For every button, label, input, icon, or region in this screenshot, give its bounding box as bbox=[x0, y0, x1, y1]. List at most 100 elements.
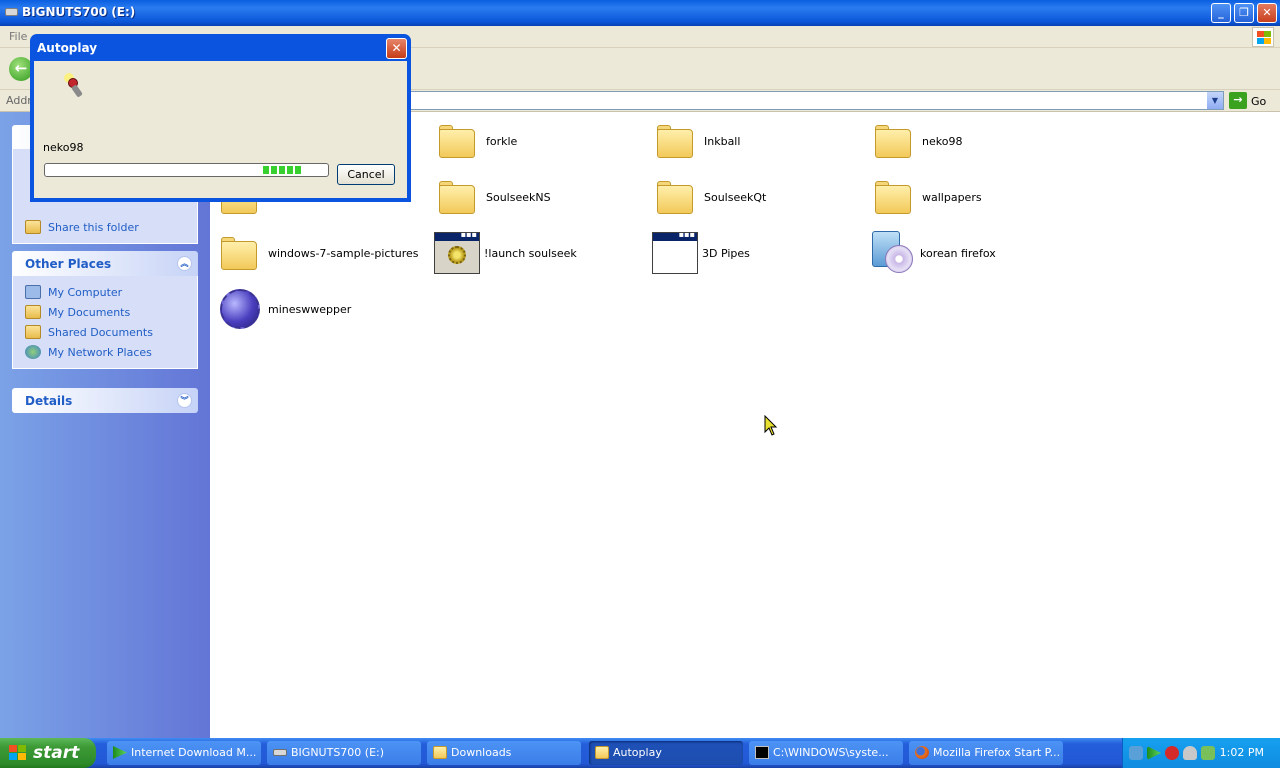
application-window-icon bbox=[650, 229, 698, 277]
folder-item[interactable]: neko98 bbox=[870, 117, 962, 165]
item-label: SoulseekQt bbox=[704, 190, 767, 204]
share-folder-icon bbox=[25, 220, 41, 234]
item-label: !launch soulseek bbox=[484, 246, 577, 260]
network-tray-icon[interactable] bbox=[1129, 746, 1143, 760]
go-button[interactable]: → Go bbox=[1228, 92, 1276, 110]
other-places-item-my-computer[interactable]: My Computer bbox=[25, 282, 197, 302]
item-label: forkle bbox=[486, 134, 518, 148]
file-item[interactable]: mineswwepper bbox=[216, 285, 351, 333]
console-icon bbox=[755, 746, 769, 759]
folder-icon bbox=[652, 117, 700, 165]
setup-cd-icon bbox=[868, 229, 916, 277]
item-label: SoulseekNS bbox=[486, 190, 551, 204]
security-alert-icon[interactable] bbox=[1165, 746, 1179, 760]
item-label: 3D Pipes bbox=[702, 246, 750, 260]
folder-item[interactable]: SoulseekQt bbox=[652, 173, 766, 221]
collapse-icon[interactable]: ︽ bbox=[177, 256, 192, 271]
taskbar-button-label: Autoplay bbox=[613, 746, 662, 759]
other-places-item-my-documents[interactable]: My Documents bbox=[25, 302, 197, 322]
taskbar-button-label: Mozilla Firefox Start P... bbox=[933, 746, 1061, 759]
documents-folder-icon bbox=[25, 305, 41, 319]
file-item[interactable]: korean firefox bbox=[868, 229, 996, 277]
clock[interactable]: 1:02 PM bbox=[1220, 746, 1264, 759]
taskbar-button-drive[interactable]: BIGNUTS700 (E:) bbox=[267, 741, 421, 765]
network-globe-icon bbox=[25, 345, 41, 359]
dialog-body: neko98 Cancel bbox=[34, 61, 407, 198]
folder-item[interactable]: windows-7-sample-pictures bbox=[216, 229, 419, 277]
restore-button[interactable]: ❐ bbox=[1234, 3, 1254, 23]
go-label: Go bbox=[1251, 95, 1267, 108]
details-panel: Details ︾ bbox=[12, 388, 198, 413]
share-folder-label: Share this folder bbox=[48, 220, 139, 234]
folder-item[interactable]: forkle bbox=[434, 117, 517, 165]
computer-icon bbox=[25, 285, 41, 299]
mine-icon bbox=[216, 285, 264, 333]
other-places-item-my-network-places[interactable]: My Network Places bbox=[25, 342, 197, 362]
taskbar-button-label: C:\WINDOWS\syste... bbox=[773, 746, 889, 759]
item-label: wallpapers bbox=[922, 190, 982, 204]
other-places-body: My Computer My Documents Shared Document… bbox=[12, 276, 198, 369]
item-label: mineswwepper bbox=[268, 302, 352, 316]
item-label: windows-7-sample-pictures bbox=[268, 246, 419, 260]
task-pane: Share this folder Other Places ︽ My Comp… bbox=[0, 112, 210, 738]
folder-icon bbox=[652, 173, 700, 221]
taskbar: start Internet Download M... BIGNUTS700 … bbox=[0, 738, 1280, 768]
folder-item[interactable]: Inkball bbox=[652, 117, 740, 165]
taskbar-button-downloads[interactable]: Downloads bbox=[427, 741, 581, 765]
other-places-item-label: Shared Documents bbox=[48, 325, 153, 339]
taskbar-button-label: Internet Download M... bbox=[131, 746, 257, 759]
item-label: korean firefox bbox=[920, 246, 996, 260]
taskbar-button-label: BIGNUTS700 (E:) bbox=[291, 746, 385, 759]
folder-view: forkle Inkball neko98 SoulseekNS Soulsee… bbox=[210, 112, 1280, 738]
folder-icon bbox=[595, 746, 609, 759]
chevron-down-icon[interactable]: ▼ bbox=[1207, 92, 1223, 109]
idm-tray-icon[interactable] bbox=[1147, 746, 1161, 760]
autoplay-item-name: neko98 bbox=[43, 141, 84, 154]
shield-icon[interactable] bbox=[1183, 746, 1197, 760]
windows-flag-icon bbox=[9, 745, 27, 761]
folder-icon bbox=[870, 117, 918, 165]
details-title: Details bbox=[25, 394, 73, 408]
cancel-button[interactable]: Cancel bbox=[337, 164, 395, 185]
expand-icon[interactable]: ︾ bbox=[177, 393, 192, 408]
address-input[interactable]: ▼ bbox=[410, 91, 1224, 110]
file-item[interactable]: 3D Pipes bbox=[650, 229, 750, 277]
close-button[interactable]: ✕ bbox=[1257, 3, 1277, 23]
folder-icon bbox=[434, 173, 482, 221]
share-folder-link[interactable]: Share this folder bbox=[25, 217, 197, 237]
taskbar-button-firefox[interactable]: Mozilla Firefox Start P... bbox=[909, 741, 1063, 765]
folder-icon bbox=[870, 173, 918, 221]
file-item[interactable]: !launch soulseek bbox=[432, 229, 577, 277]
taskbar-button-idm[interactable]: Internet Download M... bbox=[107, 741, 261, 765]
other-places-item-label: My Computer bbox=[48, 285, 123, 299]
other-places-header[interactable]: Other Places ︽ bbox=[12, 251, 198, 276]
drive-icon bbox=[5, 8, 18, 16]
mouse-cursor-icon bbox=[764, 414, 778, 437]
progress-bar bbox=[44, 163, 329, 177]
window-title: BIGNUTS700 (E:) bbox=[22, 5, 136, 19]
details-header[interactable]: Details ︾ bbox=[12, 388, 198, 413]
system-tray: 1:02 PM bbox=[1122, 738, 1280, 768]
firefox-icon bbox=[915, 746, 929, 759]
item-label: neko98 bbox=[922, 134, 963, 148]
menu-file[interactable]: File bbox=[9, 30, 27, 43]
safely-remove-icon[interactable] bbox=[1201, 746, 1215, 760]
shared-folder-icon bbox=[25, 325, 41, 339]
dialog-close-button[interactable]: ✕ bbox=[386, 38, 407, 59]
go-arrow-icon: → bbox=[1229, 92, 1247, 109]
dialog-title: Autoplay bbox=[37, 41, 98, 55]
folder-item[interactable]: wallpapers bbox=[870, 173, 982, 221]
window-titlebar[interactable]: BIGNUTS700 (E:) _ ❐ ✕ bbox=[0, 0, 1280, 26]
taskbar-button-console[interactable]: C:\WINDOWS\syste... bbox=[749, 741, 903, 765]
other-places-panel: Other Places ︽ My Computer My Documents … bbox=[12, 251, 198, 369]
item-label: Inkball bbox=[704, 134, 741, 148]
autoplay-dialog: Autoplay ✕ neko98 Cancel bbox=[30, 34, 411, 202]
folder-item[interactable]: SoulseekNS bbox=[434, 173, 551, 221]
other-places-item-shared-documents[interactable]: Shared Documents bbox=[25, 322, 197, 342]
taskbar-button-label: Downloads bbox=[451, 746, 512, 759]
taskbar-button-autoplay[interactable]: Autoplay bbox=[589, 741, 743, 765]
minimize-button[interactable]: _ bbox=[1211, 3, 1231, 23]
other-places-item-label: My Documents bbox=[48, 305, 131, 319]
idm-arrow-icon bbox=[113, 746, 127, 759]
start-button[interactable]: start bbox=[0, 738, 96, 768]
